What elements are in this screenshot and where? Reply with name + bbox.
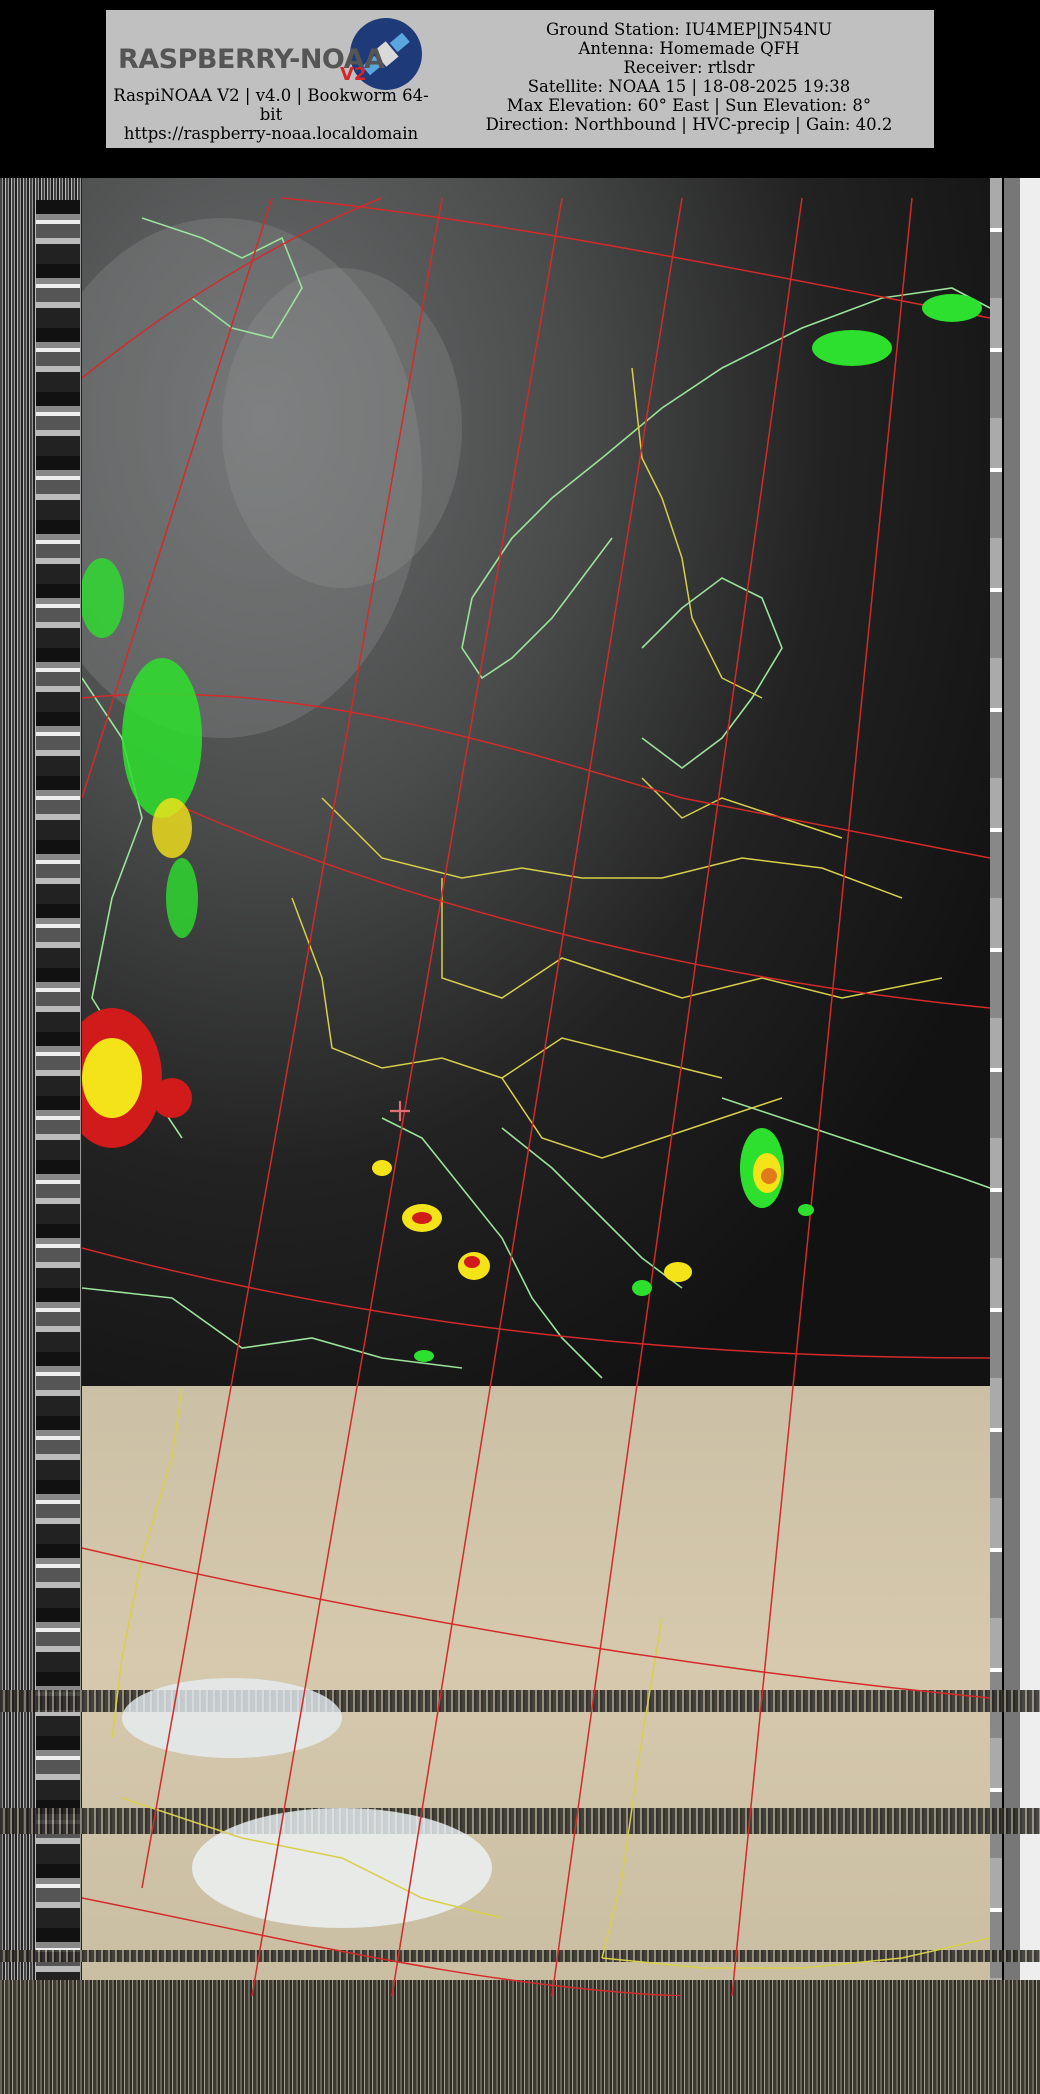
cloud-area [222, 268, 462, 588]
direction-text: Direction: Northbound | HVC-precip | Gai… [485, 115, 893, 134]
right-telemetry-wedges [990, 178, 1002, 2094]
map-overlay [82, 197, 990, 1996]
cloud-area [192, 1808, 492, 1928]
left-sync-wedges [36, 200, 80, 1980]
software-version-line: RaspiNOAA V2 | v4.0 | Bookworm 64- [113, 86, 429, 105]
ground-station-text: Ground Station: IU4MEP|JN54NU [545, 20, 833, 39]
raspberry-noaa-logo: RASPBERRY-NOAA V2 [110, 14, 430, 94]
satellite-text: Satellite: NOAA 15 | 18-08-2025 19:38 [527, 77, 851, 96]
pass-info: Ground Station: IU4MEP|JN54NU Antenna: H… [444, 20, 934, 134]
cloud-area [122, 1678, 342, 1758]
station-url: https://raspberry-noaa.localdomain [123, 124, 419, 143]
software-version-line-cont: bit [259, 105, 283, 124]
crosshair-plus-icon [390, 1101, 410, 1121]
antenna-text: Antenna: Homemade QFH [578, 39, 800, 58]
info-header-panel: RASPBERRY-NOAA V2 RaspiNOAA V2 | v4.0 | … [106, 10, 934, 148]
satellite-image-page: RASPBERRY-NOAA V2 RaspiNOAA V2 | v4.0 | … [0, 0, 1040, 2094]
software-info: RaspiNOAA V2 | v4.0 | Bookworm 64- bit h… [106, 86, 436, 143]
elevation-text: Max Elevation: 60° East | Sun Elevation:… [506, 96, 872, 115]
receiver-text: Receiver: rtlsdr [623, 58, 755, 77]
signal-noise-bottom [0, 1980, 1040, 2094]
logo-version: V2 [340, 64, 367, 85]
